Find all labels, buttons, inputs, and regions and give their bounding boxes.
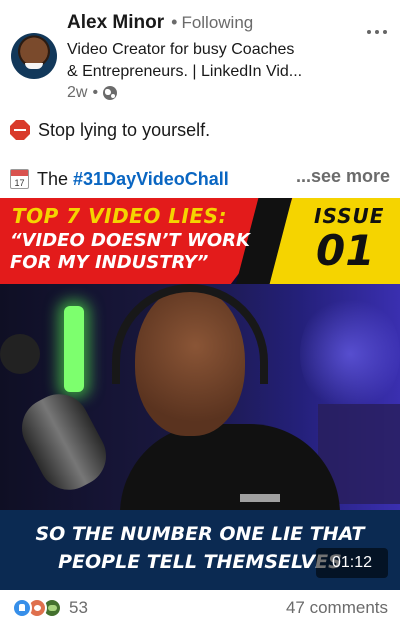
author-name[interactable]: Alex Minor: [67, 12, 164, 34]
caption-line1: SO THE NUMBER ONE LIE THAT: [35, 523, 365, 545]
green-light-bar: [64, 306, 84, 392]
stop-sign-icon: [10, 120, 30, 140]
post-header: Alex Minor • Following Video Creator for…: [0, 0, 400, 112]
video-player[interactable]: TOP 7 VIDEO LIES: “VIDEO DOESN’T WORK FO…: [0, 198, 400, 590]
comments-count[interactable]: 47 comments: [286, 598, 388, 618]
issue-label: ISSUE: [314, 204, 385, 228]
issue-number: 01: [316, 226, 375, 275]
shirt-logo: [240, 494, 280, 502]
author-headline: Video Creator for busy Coaches & Entrepr…: [67, 39, 367, 83]
meta-separator: •: [92, 84, 99, 101]
post-text-second: The: [37, 168, 69, 189]
hashtag-link[interactable]: #31DayVideoChall: [73, 169, 229, 190]
video-duration: 01:12: [316, 548, 388, 578]
see-more-link[interactable]: ...see more: [296, 166, 390, 187]
banner-title: TOP 7 VIDEO LIES:: [12, 204, 228, 228]
post-text-line1: Stop lying to yourself.: [10, 117, 210, 143]
banner-quote-line2: FOR MY INDUSTRY”: [10, 252, 209, 273]
mic-arm: [0, 334, 40, 374]
social-counts: 53 47 comments: [0, 594, 400, 624]
author-avatar[interactable]: [11, 33, 57, 79]
post-age: 2w: [67, 84, 88, 101]
globe-icon: [103, 86, 118, 100]
banner-quote-line1: “VIDEO DOESN’T WORK: [10, 230, 250, 251]
post-text-line2: 17 The #31DayVideoChall ...see more: [10, 166, 390, 192]
microphone: [11, 383, 117, 501]
post-text-first: Stop lying to yourself.: [38, 119, 211, 140]
relation-separator: •: [171, 12, 178, 32]
banner-quote: “VIDEO DOESN’T WORK FOR MY INDUSTRY”: [10, 230, 250, 274]
background-light: [300, 294, 400, 414]
like-icon: [12, 598, 32, 618]
headphones: [112, 284, 268, 384]
following-status: Following: [181, 13, 254, 32]
author-headline-line2: & Entrepreneurs. | LinkedIn Vid...: [67, 63, 303, 80]
calendar-icon: 17: [10, 169, 29, 189]
presenter-body: [120, 424, 340, 510]
reaction-count: 53: [69, 598, 88, 617]
more-options-icon[interactable]: [365, 30, 389, 38]
reactions-summary[interactable]: 53: [12, 598, 88, 618]
author-name-row: Alex Minor • Following: [67, 12, 253, 34]
author-headline-line1: Video Creator for busy Coaches: [67, 41, 295, 58]
video-frame: [0, 284, 400, 510]
post-meta: 2w •: [67, 84, 118, 102]
